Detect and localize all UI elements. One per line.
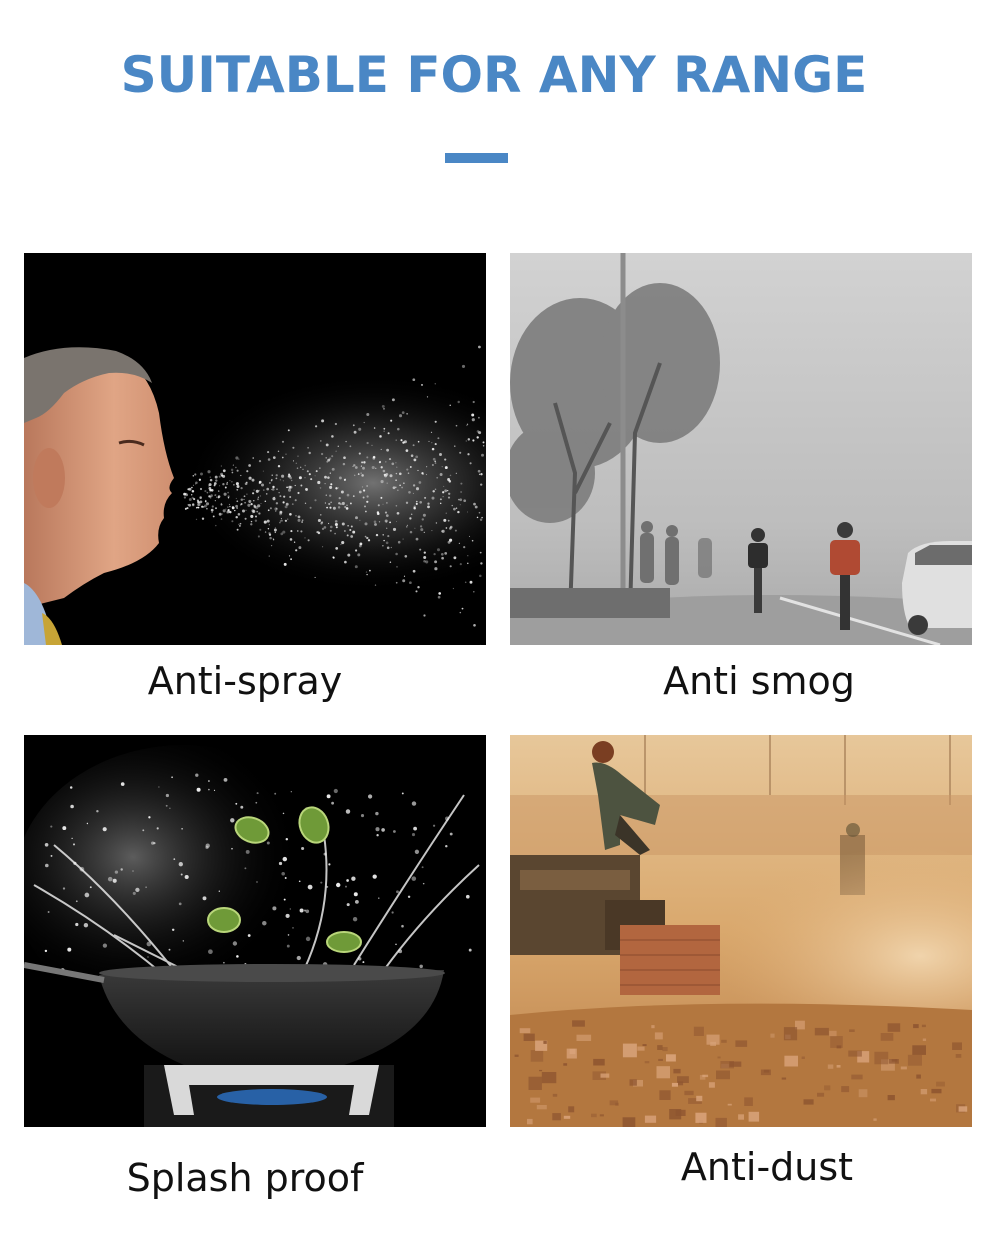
title-underline (445, 153, 508, 163)
anti-smog-image (510, 253, 972, 645)
anti-dust-image (510, 735, 972, 1127)
anti-dust-caption: Anti-dust (680, 1145, 854, 1189)
anti-spray-caption: Anti-spray (147, 659, 343, 703)
splash-proof-caption: Splash proof (126, 1156, 364, 1200)
page-title: SUITABLE FOR ANY RANGE (120, 46, 868, 104)
splash-proof-image (24, 735, 486, 1127)
anti-smog-caption: Anti smog (663, 659, 855, 703)
anti-spray-image (24, 253, 486, 645)
